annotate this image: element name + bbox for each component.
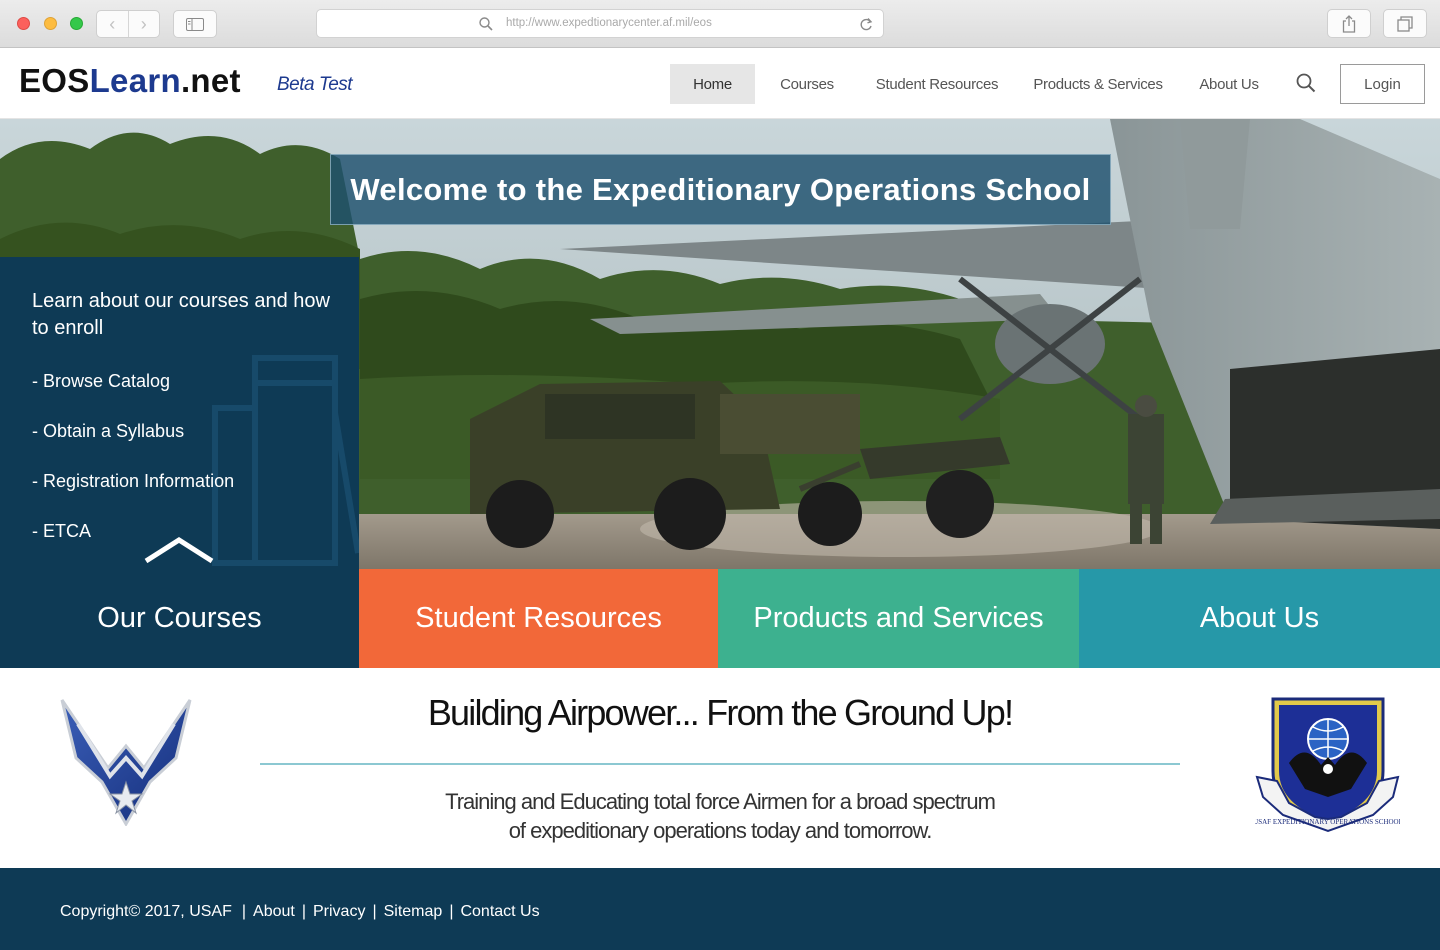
mission-line-1: Training and Educating total force Airme… <box>445 789 996 814</box>
chevron-up-icon[interactable] <box>143 535 215 565</box>
show-tabs-button[interactable] <box>1383 9 1427 38</box>
air-force-symbol-logo <box>60 699 192 826</box>
registration-info-link[interactable]: - Registration Information <box>32 471 234 492</box>
beta-label: Beta Test <box>277 74 353 95</box>
footer-copyright: Copyright© 2017, USAF <box>60 903 232 920</box>
etca-link[interactable]: - ETCA <box>32 521 91 542</box>
browse-catalog-link[interactable]: - Browse Catalog <box>32 371 170 392</box>
url-text: http://www.expedtionarycenter.af.mil/eos <box>506 17 712 29</box>
seal-text: USAF EXPEDITIONARY OPERATIONS SCHOOL <box>1255 818 1400 826</box>
tagline-divider <box>260 763 1180 765</box>
nav-courses[interactable]: Courses <box>770 64 844 104</box>
close-window-button[interactable] <box>17 17 30 30</box>
tagline-section: Building Airpower... From the Ground Up!… <box>0 668 1440 868</box>
tabs-icon <box>1397 15 1413 32</box>
login-button[interactable]: Login <box>1340 64 1425 104</box>
logo-prefix: EOS <box>19 62 90 99</box>
footer-link-sitemap[interactable]: Sitemap <box>384 903 443 921</box>
footer-link-contact[interactable]: Contact Us <box>460 903 539 921</box>
nav-student-resources[interactable]: Student Resources <box>866 64 1008 104</box>
site-logo[interactable]: EOSLearn.net <box>19 62 241 100</box>
back-icon[interactable]: ‹ <box>97 11 128 37</box>
nav-products-services[interactable]: Products & Services <box>1024 64 1172 104</box>
courses-panel-intro: Learn about our courses and how to enrol… <box>32 290 330 339</box>
eos-seal-emblem: USAF EXPEDITIONARY OPERATIONS SCHOOL <box>1255 697 1400 833</box>
site-footer: Copyright© 2017, USAF | About | Privacy … <box>0 868 1440 950</box>
search-icon <box>479 17 493 31</box>
search-icon[interactable] <box>1296 73 1316 93</box>
footer-links: Copyright© 2017, USAF | About | Privacy … <box>60 903 540 921</box>
sidebar-icon <box>186 17 204 31</box>
logo-mid: Learn <box>89 62 181 99</box>
books-icon <box>212 355 359 566</box>
tagline-headline: Building Airpower... From the Ground Up! <box>427 692 1014 733</box>
tile-student-resources[interactable]: Student Resources <box>359 569 718 668</box>
address-bar[interactable]: http://www.expedtionarycenter.af.mil/eos <box>316 9 884 38</box>
nav-about-us[interactable]: About Us <box>1190 64 1268 104</box>
forward-icon[interactable]: › <box>127 11 160 37</box>
obtain-syllabus-link[interactable]: - Obtain a Syllabus <box>32 421 184 442</box>
mission-statement: Training and Educating total force Airme… <box>400 787 1040 845</box>
footer-link-privacy[interactable]: Privacy <box>313 903 365 921</box>
reload-icon[interactable] <box>859 16 873 32</box>
footer-separator: | <box>372 903 377 920</box>
footer-separator: | <box>301 903 306 920</box>
mission-line-2: of expeditionary operations today and to… <box>508 818 933 843</box>
logo-suffix: .net <box>180 62 241 99</box>
share-icon <box>1342 14 1356 33</box>
nav-home[interactable]: Home <box>670 64 755 104</box>
sidebar-toggle-button[interactable] <box>173 10 217 38</box>
welcome-banner: Welcome to the Expeditionary Operations … <box>330 154 1111 225</box>
zoom-window-button[interactable] <box>70 17 83 30</box>
footer-link-about[interactable]: About <box>253 903 295 921</box>
tile-about-us[interactable]: About Us <box>1079 569 1440 668</box>
minimize-window-button[interactable] <box>44 17 57 30</box>
footer-separator: | <box>449 903 454 920</box>
tile-products-services[interactable]: Products and Services <box>718 569 1079 668</box>
history-buttons: ‹ › <box>96 10 160 38</box>
share-button[interactable] <box>1327 9 1371 38</box>
tile-our-courses[interactable]: Our Courses <box>0 569 359 668</box>
browser-toolbar: ‹ › http://www.expedtionarycenter.af.mil… <box>0 0 1440 48</box>
footer-separator: | <box>241 903 247 920</box>
site-header: EOSLearn.net Beta Test Home Courses Stud… <box>0 48 1440 119</box>
